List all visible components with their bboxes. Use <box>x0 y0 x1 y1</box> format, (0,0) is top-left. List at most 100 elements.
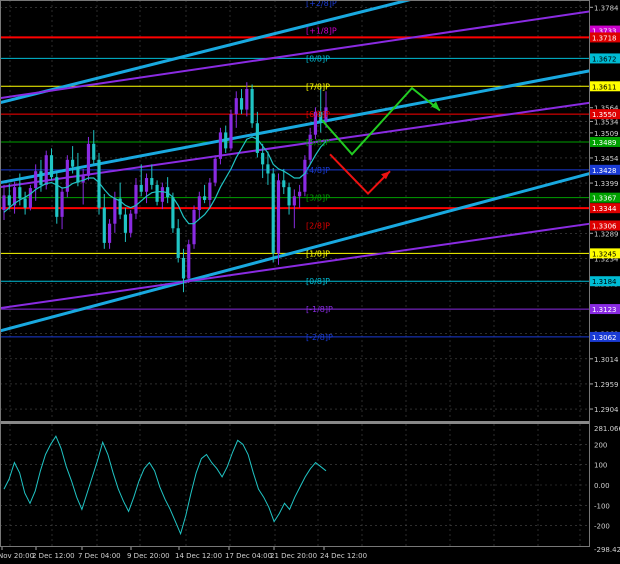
murrey-level-label: [-2/8]P <box>306 333 333 342</box>
candle-body <box>113 198 117 224</box>
price-tag-label: 1.3123 <box>592 306 617 314</box>
candle-body <box>107 223 112 243</box>
murrey-level-label: [0/8]P <box>306 277 330 286</box>
candle-body <box>60 191 64 217</box>
murrey-level-label: [3/8]P <box>306 194 330 203</box>
candle-body <box>18 187 22 199</box>
time-tick-label: 24 Dec 12:00 <box>320 552 367 560</box>
time-axis: Nov 20:002 Dec 12:00 7 Dec 04:00 9 Dec 20:… <box>0 546 367 560</box>
candle-body <box>224 132 228 149</box>
candle-body <box>266 164 270 174</box>
cci-tick-label: -100 <box>594 502 610 510</box>
price-tag-label: 1.3062 <box>592 334 617 342</box>
price-tag-label: 1.3718 <box>592 34 617 42</box>
candle-body <box>303 159 307 192</box>
price-tag-label: 1.3489 <box>592 139 617 147</box>
candle-body <box>250 89 254 124</box>
candle-body <box>123 214 127 233</box>
price-tick-label: 1.3509 <box>594 130 619 138</box>
time-tick-label: 2 Dec 12:00 <box>32 552 75 560</box>
murrey-level-label: [7/8]P <box>306 82 330 91</box>
murrey-level-label: [1/8]P <box>306 249 330 258</box>
price-tag-label: 1.3367 <box>592 195 617 203</box>
candle-body <box>197 196 201 210</box>
murrey-level-label: [+1/8]P <box>306 27 337 36</box>
main-panel-background <box>0 0 590 420</box>
time-tick-label: Nov 20:00 <box>0 552 34 560</box>
candle-body <box>144 178 149 192</box>
candle-body <box>71 159 75 167</box>
murrey-level-label: [6/8]P <box>306 110 330 119</box>
price-tag-label: 1.3306 <box>592 223 617 231</box>
price-tag-label: 1.3611 <box>592 83 617 91</box>
time-tick-label: 9 Dec 20:00 <box>127 552 170 560</box>
price-tick-label: 1.3399 <box>594 180 619 188</box>
candle-body <box>28 188 32 208</box>
time-tick-label: 17 Dec 04:00 <box>225 552 272 560</box>
candle-body <box>176 228 180 258</box>
price-tick-label: 1.3454 <box>594 155 619 163</box>
candle-body <box>261 152 265 165</box>
price-tag-label: 1.3184 <box>592 278 617 286</box>
candle-body <box>129 213 133 233</box>
murrey-level-label: [8/8]P <box>306 54 330 63</box>
candle-body <box>160 187 164 202</box>
price-tick-label: 1.3014 <box>594 356 619 364</box>
candle-body <box>298 191 302 197</box>
price-tick-label: 1.3289 <box>594 230 619 238</box>
candle-body <box>7 195 11 206</box>
chart-canvas: [+2/8]P [+1/8]P [8/8]P [7/8]P [6/8]P [5/8]P [4… <box>0 0 620 564</box>
price-tag-label: 1.3550 <box>592 111 617 119</box>
candle-body <box>39 171 43 185</box>
cci-tick-label: 0.00 <box>594 482 610 490</box>
candle-body <box>44 155 48 185</box>
candle-body <box>245 89 249 110</box>
candle-body <box>234 98 238 115</box>
candle-body <box>155 184 159 202</box>
price-tag-label: 1.3344 <box>592 205 617 213</box>
price-axis: 1.37841.35641.35341.35091.34541.33991.32… <box>590 0 620 564</box>
price-tick-label: 1.2959 <box>594 381 619 389</box>
candle-body <box>271 173 275 254</box>
cci-tick-label: -200 <box>594 523 610 531</box>
candle-body <box>282 180 286 188</box>
candle-body <box>203 196 207 200</box>
price-tick-label: 1.3534 <box>594 118 619 126</box>
cci-tick-label: 200 <box>594 441 607 449</box>
murrey-level-label: [5/8]P <box>306 138 330 147</box>
candle-body <box>187 244 191 279</box>
candle-body <box>2 195 6 210</box>
candle-body <box>76 166 80 183</box>
time-tick-label: 21 Dec 20:00 <box>270 552 317 560</box>
price-tag-label: 1.3672 <box>592 55 617 63</box>
candle-body <box>150 178 154 185</box>
price-tick-label: 1.2904 <box>594 406 619 414</box>
candle-body <box>171 197 175 229</box>
price-tag-label: 1.3428 <box>592 167 617 175</box>
candle-body <box>23 198 27 208</box>
candle-body <box>139 184 143 192</box>
candle-body <box>287 187 291 206</box>
candle-body <box>239 98 244 110</box>
candle-body <box>292 196 296 206</box>
candle-body <box>34 171 38 189</box>
price-tick-label: 1.3784 <box>594 4 619 12</box>
candle-body <box>102 207 106 243</box>
candle-body <box>49 155 54 178</box>
candle-body <box>86 143 91 176</box>
murrey-level-label: [4/8]P <box>306 166 330 175</box>
candle-body <box>276 180 281 254</box>
cci-max-label: 281.0664 <box>594 425 620 433</box>
cci-tick-label: 100 <box>594 462 607 470</box>
candle-body <box>208 182 212 200</box>
panel-separator <box>0 421 590 424</box>
candle-body <box>181 257 186 279</box>
murrey-level-label: [2/8]P <box>306 222 330 231</box>
candle-body <box>92 143 96 160</box>
candle-body <box>218 132 223 159</box>
price-tag-label: 1.3245 <box>592 250 617 258</box>
candle-body <box>213 158 217 183</box>
murrey-level-label: [-1/8]P <box>306 305 333 314</box>
candle-body <box>229 114 233 149</box>
time-tick-label: 7 Dec 04:00 <box>78 552 121 560</box>
